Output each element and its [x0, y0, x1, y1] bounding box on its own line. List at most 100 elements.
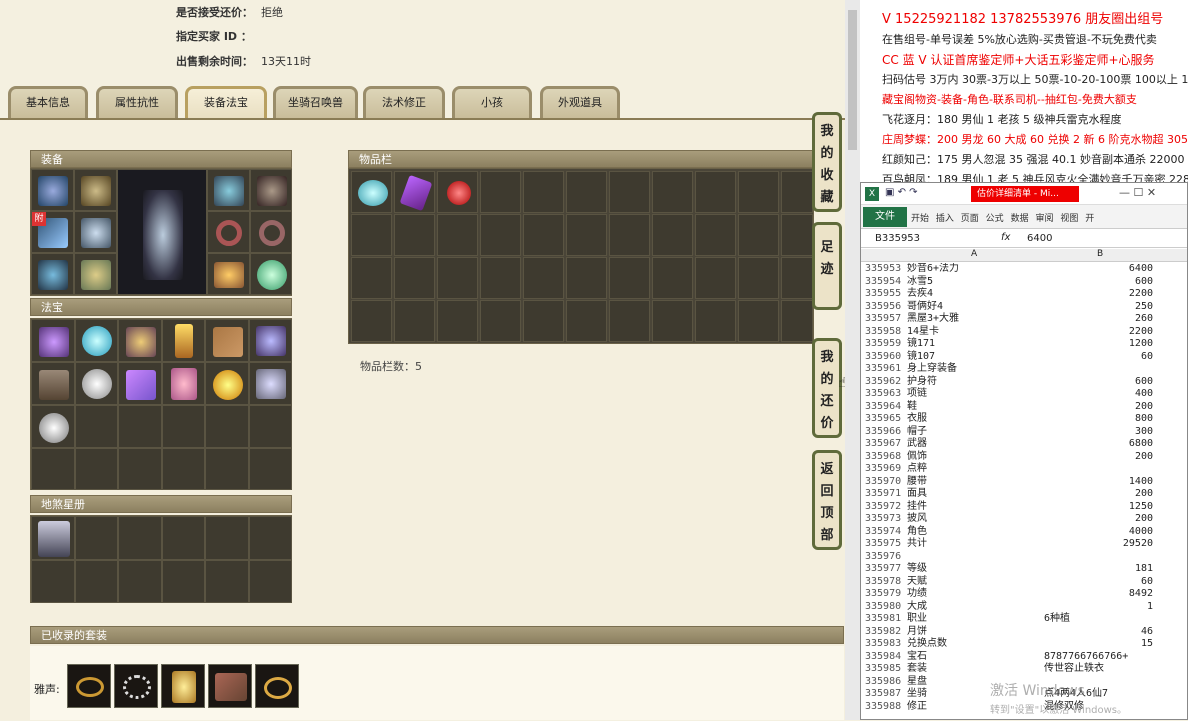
- cell-a[interactable]: 大成: [907, 601, 927, 614]
- cell-b[interactable]: 600: [1135, 276, 1153, 289]
- equip-icon[interactable]: [214, 176, 244, 206]
- table-row[interactable]: 335968 佩饰 200: [861, 451, 1187, 464]
- fabao-icon[interactable]: [213, 327, 243, 357]
- inventory-item-icon[interactable]: [447, 181, 471, 205]
- footprint-button[interactable]: 足迹: [812, 222, 842, 310]
- table-row[interactable]: 335983 兑换点数 15: [861, 638, 1187, 651]
- save-icon[interactable]: ▣ ↶ ↷: [885, 187, 918, 198]
- table-row[interactable]: 335978 天赋 60: [861, 576, 1187, 589]
- cell-b[interactable]: 60: [1141, 351, 1153, 364]
- cell-b[interactable]: 400: [1135, 388, 1153, 401]
- table-row[interactable]: 335982 月饼 46: [861, 626, 1187, 639]
- suit-item-icon[interactable]: [208, 664, 252, 708]
- cell-b[interactable]: 60: [1141, 576, 1153, 589]
- table-row[interactable]: 335981 职业 6种植: [861, 613, 1187, 626]
- table-row[interactable]: 335985 套装 传世容止轶衣: [861, 663, 1187, 676]
- ring-icon[interactable]: [259, 220, 285, 246]
- equip-icon[interactable]: [257, 176, 287, 206]
- table-row[interactable]: 335977 等级 181: [861, 563, 1187, 576]
- cell-a[interactable]: 星盘: [907, 676, 927, 689]
- cell-b[interactable]: 260: [1135, 313, 1153, 326]
- ribbon-tabs[interactable]: 开始 插入 页面 公式 数据 审阅 视图 开: [911, 211, 1094, 224]
- suit-item-icon[interactable]: [255, 664, 299, 708]
- cell-a[interactable]: 佩饰: [907, 451, 927, 464]
- cell-b[interactable]: 800: [1135, 413, 1153, 426]
- tab-children[interactable]: 小孩: [452, 86, 532, 118]
- cell-a[interactable]: 腰带: [907, 476, 927, 489]
- cell-b[interactable]: 300: [1135, 426, 1153, 439]
- table-row[interactable]: 335963 项链 400: [861, 388, 1187, 401]
- cell-a[interactable]: 职业: [907, 613, 927, 626]
- cell-a[interactable]: 宝石: [907, 651, 927, 664]
- table-row[interactable]: 335979 功绩 8492: [861, 588, 1187, 601]
- cell-b[interactable]: 8787766766766+: [1044, 651, 1128, 664]
- cell-a[interactable]: 等级: [907, 563, 927, 576]
- table-row[interactable]: 335953 妙音6+法力 6400: [861, 263, 1187, 276]
- cell-a[interactable]: 挂件: [907, 501, 927, 514]
- orb-icon[interactable]: [257, 260, 287, 290]
- table-row[interactable]: 335960 镜107 60: [861, 351, 1187, 364]
- cell-b[interactable]: 46: [1141, 626, 1153, 639]
- equip-icon[interactable]: [38, 260, 68, 290]
- table-row[interactable]: 335966 帽子 300: [861, 426, 1187, 439]
- cell-b[interactable]: 200: [1135, 513, 1153, 526]
- cell-a[interactable]: 点粹: [907, 463, 927, 476]
- cell-b[interactable]: 1: [1147, 601, 1153, 614]
- table-row[interactable]: 335958 14星卡 2200: [861, 326, 1187, 339]
- table-row[interactable]: 335956 哥俩好4 250: [861, 301, 1187, 314]
- cell-a[interactable]: 兑换点数: [907, 638, 947, 651]
- fabao-icon[interactable]: [256, 369, 286, 399]
- cell-a[interactable]: 衣服: [907, 413, 927, 426]
- cell-a[interactable]: 天赋: [907, 576, 927, 589]
- fabao-icon[interactable]: [126, 327, 156, 357]
- cell-a[interactable]: 修正: [907, 701, 927, 714]
- tab-spells[interactable]: 法术修正: [363, 86, 445, 118]
- fabao-icon[interactable]: [126, 370, 156, 400]
- cell-b[interactable]: 传世容止轶衣: [1044, 663, 1104, 676]
- cell-b[interactable]: 2200: [1129, 288, 1153, 301]
- fabao-icon[interactable]: [82, 326, 112, 356]
- tab-basic[interactable]: 基本信息: [8, 86, 88, 118]
- table-row[interactable]: 335962 护身符 600: [861, 376, 1187, 389]
- table-row[interactable]: 335965 衣服 800: [861, 413, 1187, 426]
- cell-a[interactable]: 帽子: [907, 426, 927, 439]
- cell-a[interactable]: 哥俩好4: [907, 301, 943, 314]
- cell-b[interactable]: 200: [1135, 401, 1153, 414]
- fabao-icon[interactable]: [213, 370, 243, 400]
- equip-icon[interactable]: [81, 218, 111, 248]
- cell-a[interactable]: 冰雪5: [907, 276, 933, 289]
- fabao-icon[interactable]: [256, 326, 286, 356]
- fabao-icon[interactable]: [171, 368, 197, 400]
- suit-item-icon[interactable]: [67, 664, 111, 708]
- cell-a[interactable]: 镜107: [907, 351, 935, 364]
- table-row[interactable]: 335959 镜171 1200: [861, 338, 1187, 351]
- fabao-icon[interactable]: [39, 370, 69, 400]
- cell-b[interactable]: 4000: [1129, 526, 1153, 539]
- equip-icon[interactable]: [38, 176, 68, 206]
- disha-card-icon[interactable]: [38, 521, 70, 557]
- cell-b[interactable]: 2200: [1129, 326, 1153, 339]
- cell-a[interactable]: 鞋: [907, 401, 917, 414]
- tab-appearance[interactable]: 外观道具: [540, 86, 620, 118]
- cell-b[interactable]: 15: [1141, 638, 1153, 651]
- table-row[interactable]: 335970 腰带 1400: [861, 476, 1187, 489]
- cell-b[interactable]: 200: [1135, 451, 1153, 464]
- tab-mounts[interactable]: 坐骑召唤兽: [273, 86, 358, 118]
- fabao-icon[interactable]: [39, 413, 69, 443]
- inventory-item-icon[interactable]: [358, 180, 388, 206]
- cell-a[interactable]: 镜171: [907, 338, 935, 351]
- table-row[interactable]: 335973 披风 200: [861, 513, 1187, 526]
- cell-b[interactable]: 6400: [1129, 263, 1153, 276]
- table-row[interactable]: 335957 黑屋3+大雅 260: [861, 313, 1187, 326]
- equip-icon[interactable]: [81, 260, 111, 290]
- suit-item-icon[interactable]: [114, 664, 158, 708]
- cell-b[interactable]: 200: [1135, 488, 1153, 501]
- cell-a[interactable]: 身上穿装备: [907, 363, 957, 376]
- table-row[interactable]: 335954 冰雪5 600: [861, 276, 1187, 289]
- fabao-icon[interactable]: [39, 327, 69, 357]
- cell-b[interactable]: 6种植: [1044, 613, 1070, 626]
- formula-input[interactable]: 6400: [1027, 233, 1052, 244]
- window-controls[interactable]: — ☐ ✕: [1119, 186, 1156, 199]
- ring-icon[interactable]: [216, 220, 242, 246]
- cell-a[interactable]: 护身符: [907, 376, 937, 389]
